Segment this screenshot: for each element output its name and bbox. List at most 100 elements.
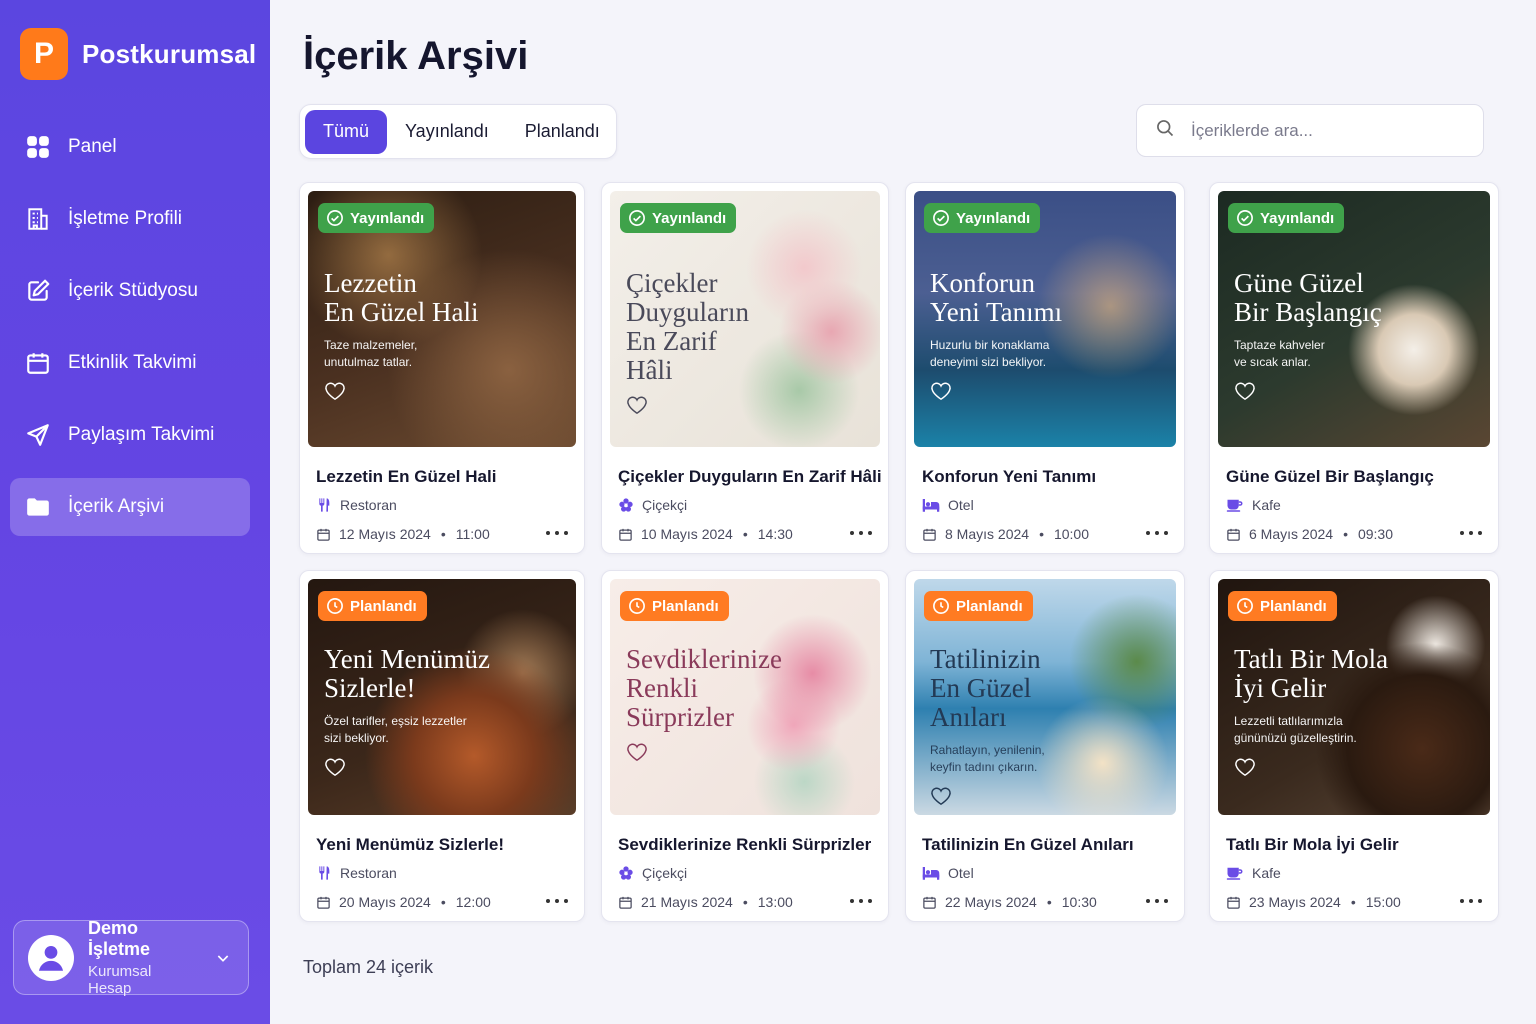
card-image[interactable]: Planlandı Sevdiklerinize Renkli Sürprizl…	[610, 579, 880, 815]
card-title[interactable]: Konforun Yeni Tanımı	[922, 467, 1096, 487]
search-icon	[1155, 118, 1175, 143]
card-title[interactable]: Yeni Menümüz Sizlerle!	[316, 835, 504, 855]
overlay-title: Sevdiklerinize Renkli Sürprizler	[626, 644, 782, 732]
category-label: Otel	[948, 497, 974, 513]
content-card[interactable]: Planlandı Tatilinizin En Güzel Anıları R…	[905, 570, 1185, 922]
card-title[interactable]: Çiçekler Duyguların En Zarif Hâli	[618, 467, 882, 487]
overlay-subtitle: Lezzetli tatlılarımızla gününüzü güzelle…	[1234, 714, 1357, 745]
sidebar-item-content-archive[interactable]: İçerik Arşivi	[10, 478, 250, 536]
separator-dot: •	[1343, 526, 1348, 542]
brand-name: Postkurumsal	[82, 38, 257, 69]
sidebar-item-label: İçerik Stüdyosu	[68, 280, 198, 301]
overlay-subtitle: Huzurlu bir konaklama deneyimi sizi bekl…	[930, 338, 1050, 369]
card-image[interactable]: Planlandı Tatlı Bir Mola İyi Gelir Lezze…	[1218, 579, 1490, 815]
brand[interactable]: P Postkurumsal	[20, 28, 256, 80]
status-label: Yayınlandı	[652, 209, 727, 227]
card-time: 15:00	[1365, 894, 1401, 910]
card-schedule: 12 Mayıs 2024 • 11:00	[316, 526, 490, 542]
card-schedule: 6 Mayıs 2024 • 09:30	[1226, 526, 1393, 542]
card-image[interactable]: Yayınlandı Güne Güzel Bir Başlangıç Tapt…	[1218, 191, 1490, 447]
content-card[interactable]: Yayınlandı Lezzetin En Güzel Hali Taze m…	[299, 182, 585, 554]
calendar-icon	[24, 349, 52, 377]
card-schedule: 10 Mayıs 2024 • 14:30	[618, 526, 793, 542]
user-account-menu[interactable]: Demo İşletme Kurumsal Hesap	[13, 918, 249, 997]
content-card[interactable]: Planlandı Tatlı Bir Mola İyi Gelir Lezze…	[1209, 570, 1499, 922]
search-input[interactable]	[1191, 120, 1451, 141]
separator-dot: •	[1350, 894, 1356, 910]
card-date: 6 Mayıs 2024	[1249, 526, 1334, 542]
content-card[interactable]: Yayınlandı Çiçekler Duyguların En Zarif …	[601, 182, 889, 554]
sidebar-item-business-profile[interactable]: İşletme Profili	[10, 190, 250, 248]
tab-all[interactable]: Tümü	[305, 109, 388, 154]
more-options-icon[interactable]	[546, 523, 568, 543]
card-image[interactable]: Planlandı Yeni Menümüz Sizlerle! Özel ta…	[308, 579, 576, 815]
card-schedule: 22 Mayıs 2024 • 10:30	[922, 894, 1097, 910]
more-options-icon[interactable]	[546, 891, 568, 911]
tab-scheduled[interactable]: Planlandı	[507, 110, 618, 154]
sidebar-item-content-studio[interactable]: İçerik Stüdyosu	[10, 262, 250, 320]
more-options-icon[interactable]	[1146, 891, 1168, 911]
content-card[interactable]: Yayınlandı Konforun Yeni Tanımı Huzurlu …	[905, 182, 1185, 554]
tab-published[interactable]: Yayınlandı	[387, 110, 507, 154]
heart-icon	[1234, 757, 1256, 777]
sidebar-item-label: Panel	[68, 136, 117, 157]
sidebar-item-share-calendar[interactable]: Paylaşım Takvimi	[10, 406, 250, 464]
calendar-icon	[922, 895, 937, 910]
check-circle-icon	[628, 209, 646, 227]
chevron-down-icon[interactable]	[208, 950, 238, 966]
content-card[interactable]: Planlandı Sevdiklerinize Renkli Sürprizl…	[601, 570, 889, 922]
overlay-title: Güne Güzel Bir Başlangıç	[1234, 268, 1382, 327]
fork-knife-icon	[316, 865, 332, 881]
card-title[interactable]: Lezzetin En Güzel Hali	[316, 467, 496, 487]
calendar-icon	[922, 527, 937, 542]
more-options-icon[interactable]	[1146, 523, 1168, 543]
card-image[interactable]: Planlandı Tatilinizin En Güzel Anıları R…	[914, 579, 1176, 815]
card-category: Çiçekçi	[618, 497, 687, 513]
card-title[interactable]: Güne Güzel Bir Başlangıç	[1226, 467, 1434, 487]
content-grid: Yayınlandı Lezzetin En Güzel Hali Taze m…	[299, 182, 1499, 924]
status-label: Yayınlandı	[1260, 209, 1335, 227]
card-title[interactable]: Tatlı Bir Mola İyi Gelir	[1226, 835, 1399, 855]
more-options-icon[interactable]	[1460, 891, 1482, 911]
overlay-title: Çiçekler Duyguların En Zarif Hâli	[626, 268, 749, 385]
calendar-icon	[316, 527, 331, 542]
card-time: 14:30	[757, 526, 793, 542]
more-options-icon[interactable]	[1460, 523, 1482, 543]
card-image[interactable]: Yayınlandı Çiçekler Duyguların En Zarif …	[610, 191, 880, 447]
edit-icon	[24, 277, 52, 305]
status-label: Planlandı	[956, 597, 1023, 615]
card-schedule: 8 Mayıs 2024 • 10:00	[922, 526, 1089, 542]
overlay-subtitle: Taptaze kahveler ve sıcak anlar.	[1234, 338, 1325, 369]
overlay-title: Tatlı Bir Mola İyi Gelir	[1234, 644, 1389, 703]
status-label: Yayınlandı	[956, 209, 1031, 227]
check-circle-icon	[326, 209, 344, 227]
status-badge: Yayınlandı	[620, 203, 737, 233]
card-image[interactable]: Yayınlandı Lezzetin En Güzel Hali Taze m…	[308, 191, 576, 447]
filter-tabs: Tümü Yayınlandı Planlandı	[299, 104, 617, 159]
content-card[interactable]: Planlandı Yeni Menümüz Sizlerle! Özel ta…	[299, 570, 585, 922]
sidebar-item-label: İçerik Arşivi	[68, 496, 165, 517]
content-card[interactable]: Yayınlandı Güne Güzel Bir Başlangıç Tapt…	[1209, 182, 1499, 554]
card-date: 22 Mayıs 2024	[945, 894, 1037, 910]
page-title: İçerik Arşivi	[303, 34, 529, 78]
more-options-icon[interactable]	[850, 523, 872, 543]
sidebar-nav: Panel İşletme Profili İçerik Stüdyosu Et…	[10, 118, 250, 550]
bed-icon	[922, 497, 940, 513]
status-badge: Yayınlandı	[924, 203, 1041, 233]
card-title[interactable]: Tatilinizin En Güzel Anıları	[922, 835, 1134, 855]
send-icon	[24, 421, 52, 449]
check-circle-icon	[1236, 209, 1254, 227]
card-image[interactable]: Yayınlandı Konforun Yeni Tanımı Huzurlu …	[914, 191, 1176, 447]
card-date: 10 Mayıs 2024	[641, 526, 733, 542]
user-name: Demo İşletme	[88, 918, 151, 959]
card-title[interactable]: Sevdiklerinize Renkli Sürprizler	[618, 835, 871, 855]
card-time: 10:00	[1053, 526, 1090, 542]
card-schedule: 20 Mayıs 2024 • 12:00	[316, 894, 491, 910]
more-options-icon[interactable]	[850, 891, 872, 911]
search-box	[1136, 104, 1484, 157]
sidebar-item-panel[interactable]: Panel	[10, 118, 250, 176]
clock-icon	[326, 597, 344, 615]
sidebar-item-event-calendar[interactable]: Etkinlik Takvimi	[10, 334, 250, 392]
card-schedule: 21 Mayıs 2024 • 13:00	[618, 894, 793, 910]
separator-dot: •	[1039, 526, 1044, 542]
